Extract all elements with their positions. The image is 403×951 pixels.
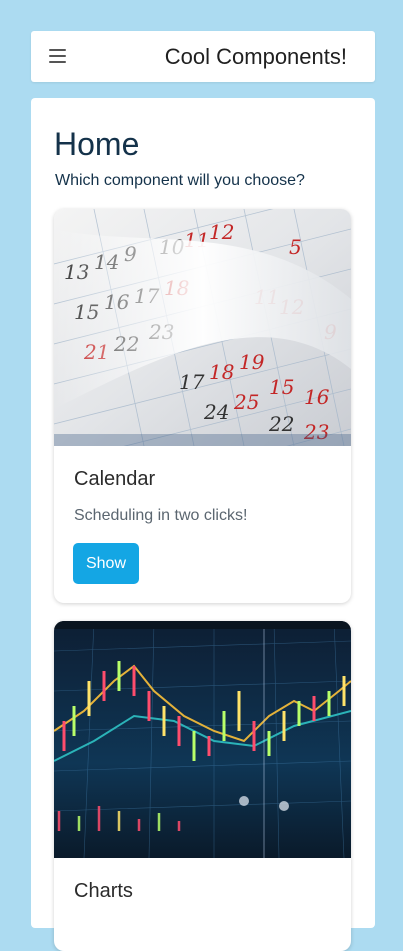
app-title: Cool Components! <box>164 44 347 69</box>
svg-text:19: 19 <box>239 350 265 374</box>
calendar-card-title: Calendar <box>74 468 156 490</box>
app-header: Cool Components! <box>31 31 375 82</box>
svg-text:22: 22 <box>268 412 294 436</box>
page-title: Home <box>54 126 140 162</box>
svg-text:25: 25 <box>233 390 259 414</box>
calendar-card-description: Scheduling in two clicks! <box>74 507 248 524</box>
svg-text:15: 15 <box>269 375 294 399</box>
show-calendar-button[interactable]: Show <box>73 543 139 584</box>
hamburger-menu-icon[interactable] <box>49 49 66 63</box>
main-panel: Home Which component will you choose? 11… <box>31 98 375 951</box>
svg-text:18: 18 <box>209 360 234 384</box>
calendar-image: 13 14 9 10 11 12 15 16 17 18 21 22 23 17… <box>54 209 351 446</box>
page-subtitle: Which component will you choose? <box>55 172 305 189</box>
svg-text:17: 17 <box>179 370 205 394</box>
calendar-card: 13 14 9 10 11 12 15 16 17 18 21 22 23 17… <box>54 209 351 603</box>
charts-card-title: Charts <box>74 880 133 902</box>
charts-image <box>54 621 351 858</box>
svg-text:12: 12 <box>209 220 234 244</box>
svg-text:24: 24 <box>203 400 229 424</box>
svg-text:16: 16 <box>304 385 330 409</box>
svg-text:5: 5 <box>289 235 302 259</box>
